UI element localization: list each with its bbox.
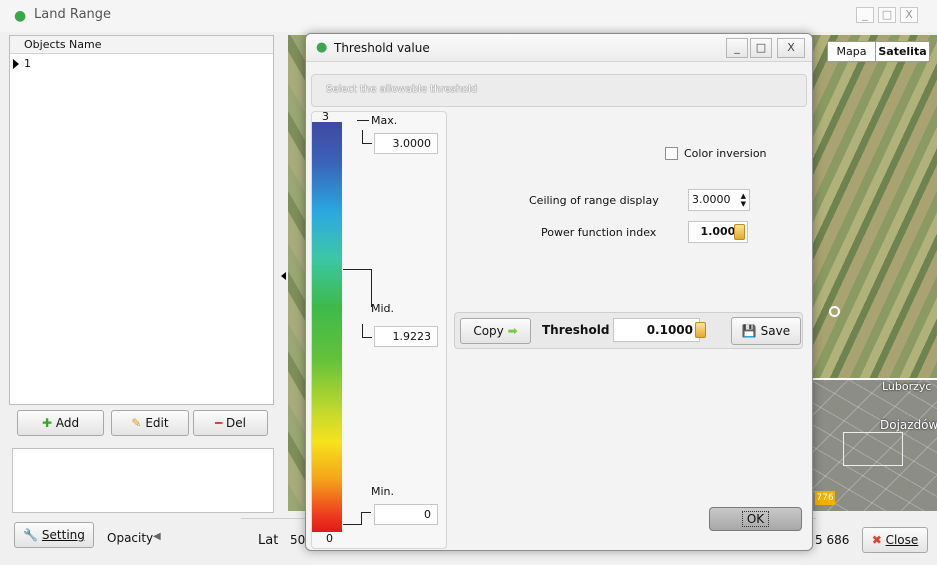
wand-icon: ✎ [131,416,142,430]
color-gradient-bar [312,122,342,532]
min-marker-line [343,524,361,525]
opacity-label: Opacity [107,531,154,545]
ok-button[interactable]: OK [709,507,802,531]
save-button[interactable]: 💾 Save [731,317,801,345]
power-label: Power function index [541,226,657,239]
max-label: Max. [371,114,398,127]
lat-label: Lat [258,533,279,548]
close-window-button[interactable]: X [900,7,918,23]
ceiling-spinbox[interactable]: 3.0000 ▲ ▼ [688,189,750,211]
coordinate-value: 5 686 [815,533,850,547]
maximize-button[interactable]: □ [878,7,896,23]
map-place-label: Luborzyc [882,380,932,393]
scale-bottom-number: 0 [326,532,333,545]
row-indicator-icon [13,59,19,69]
list-item[interactable]: 1 [10,55,273,73]
color-inversion-label: Color inversion [684,147,767,160]
min-marker-hline [361,512,371,513]
close-button[interactable]: ✖ Close [862,527,928,553]
splitter-arrow-icon[interactable] [281,272,286,280]
mid-bracket [362,324,372,338]
edit-button[interactable]: ✎ Edit [111,410,189,436]
dialog-globe-icon: ● [316,40,328,55]
floppy-disk-icon: 💾 [741,324,757,338]
list-item-label: 1 [24,57,31,70]
lat-value: 50 [290,533,306,547]
map-type-satelita-tab[interactable]: Satelita [875,41,930,62]
copy-button[interactable]: Copy ➡ [460,318,531,344]
calculator-icon[interactable] [695,322,706,338]
add-button[interactable]: ✚ Add [17,410,104,436]
dialog-minimize-button[interactable]: _ [726,38,748,58]
window-controls: _ □ X [856,7,918,23]
setting-button[interactable]: 🔧 Setting [14,522,94,548]
mid-marker-line [343,269,371,270]
min-value-field[interactable]: 0 [374,504,438,525]
arrow-right-icon: ➡ [507,324,518,338]
threshold-field[interactable]: 0.1000 [613,318,700,342]
min-label: Min. [371,485,395,498]
main-title-bar: ● Land Range _ □ X [0,0,937,32]
opacity-slider-left-arrow[interactable]: ◀ [153,531,161,542]
description-box[interactable] [12,448,274,513]
ok-label: OK [741,511,770,527]
scale-top-number: 3 [322,110,329,123]
minus-icon: ━ [214,416,223,430]
mid-label: Mid. [371,302,395,315]
road-number-badge: 776 [815,491,835,505]
save-label: Save [760,324,791,338]
mid-value-field[interactable]: 1.9223 [374,326,438,347]
dialog-maximize-button[interactable]: □ [750,38,772,58]
del-label: Del [226,416,247,430]
copy-label: Copy [473,324,504,338]
map-marker-icon[interactable] [829,306,840,317]
spin-arrows-icon[interactable]: ▲ ▼ [741,192,746,208]
ceiling-value: 3.0000 [692,193,731,206]
threshold-dialog: ● Threshold value _ □ X Select the allow… [305,33,813,551]
window-title: Land Range [34,7,112,22]
map-place-label: Dojazdów [880,418,937,432]
close-label: Close [885,533,919,547]
add-label: Add [55,416,80,430]
close-x-icon: ✖ [871,533,882,547]
max-value-field[interactable]: 3.0000 [374,133,438,154]
min-marker-vline [361,512,362,525]
edit-label: Edit [145,416,169,430]
map-type-mapa-tab[interactable]: Mapa [827,41,876,62]
satellite-map-side[interactable] [811,35,937,380]
threshold-label: Threshold [542,323,610,337]
calculator-icon[interactable] [734,224,745,240]
dialog-title: Threshold value [334,41,430,55]
hint-box: Select the allowable threshold [311,74,807,107]
ceiling-label: Ceiling of range display [529,194,659,207]
hint-text: Select the allowable threshold [326,84,478,95]
setting-label: Setting [41,528,85,542]
objects-name-header[interactable]: Objects Name [10,36,273,54]
dialog-title-bar[interactable]: ● Threshold value _ □ X [306,34,812,62]
max-bracket-lower [362,130,372,144]
del-button[interactable]: ━ Del [193,410,268,436]
dialog-close-button[interactable]: X [777,38,805,58]
app-globe-icon: ● [14,8,27,24]
wrench-icon: 🔧 [23,528,39,542]
objects-list[interactable]: Objects Name 1 [9,35,274,405]
plus-icon: ✚ [41,416,52,430]
map-selection-rect [843,432,903,466]
minimize-button[interactable]: _ [856,7,874,23]
color-inversion-checkbox[interactable] [665,147,678,160]
